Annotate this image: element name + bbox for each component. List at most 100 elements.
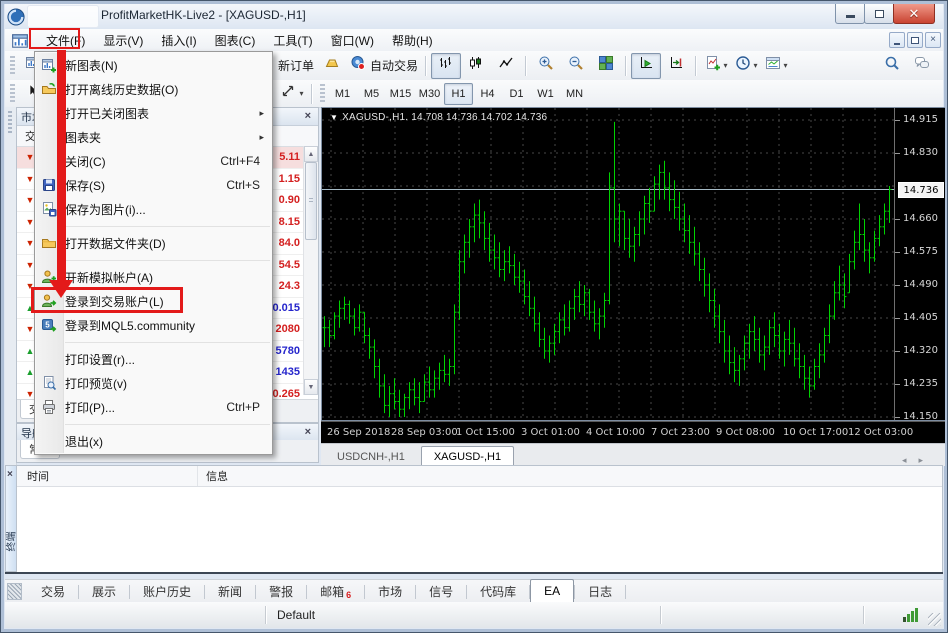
menu-图表(C)[interactable]: 图表(C) xyxy=(206,31,265,51)
timeframe-D1[interactable]: D1 xyxy=(502,83,531,105)
file-menu-item-打印预览v[interactable]: 打印预览(v) xyxy=(35,371,272,395)
dropdown-caret-icon[interactable]: ▾ xyxy=(784,61,788,70)
chart-tab-XAGUSD-,H1[interactable]: XAGUSD-,H1 xyxy=(421,446,514,467)
file-menu-item-登录到交易账户L[interactable]: 登录到交易账户(L) xyxy=(35,289,272,313)
file-menu-item-打印P[interactable]: 打印(P)...Ctrl+P xyxy=(35,395,272,419)
styler-button[interactable]: ▾ xyxy=(277,81,307,107)
timeframe-M30[interactable]: M30 xyxy=(415,83,444,105)
toolbar-grip[interactable] xyxy=(320,84,325,104)
gold-ingot-button[interactable] xyxy=(317,53,347,79)
dropdown-caret-icon[interactable]: ▾ xyxy=(754,61,758,70)
scroll-up-icon[interactable]: ▲ xyxy=(304,146,318,162)
search-button[interactable] xyxy=(877,53,907,79)
menu-工具(T)[interactable]: 工具(T) xyxy=(264,31,321,51)
profile-selector[interactable]: Default xyxy=(277,608,315,622)
price-tick: 14.575 xyxy=(903,246,938,257)
resize-grip[interactable] xyxy=(928,613,941,626)
bottom-tab-市场[interactable]: 市场 xyxy=(365,581,415,602)
time-tick: 12 Oct 03:00 xyxy=(848,427,913,438)
file-menu-item-登录到MQL5community[interactable]: 5登录到MQL5.community xyxy=(35,313,272,337)
price-tick: 14.915 xyxy=(903,114,938,125)
file-menu-item-退出x[interactable]: 退出(x) xyxy=(35,429,272,453)
bottom-tab-展示[interactable]: 展示 xyxy=(79,581,129,602)
time-tick: 3 Oct 01:00 xyxy=(521,427,580,438)
menu-文件(F)[interactable]: 文件(F) xyxy=(37,31,94,51)
menu-窗口(W)[interactable]: 窗口(W) xyxy=(322,31,383,51)
scroll-down-icon[interactable]: ▼ xyxy=(304,379,318,395)
file-menu-item-开新模拟帐户A[interactable]: 开新模拟帐户(A) xyxy=(35,265,272,289)
restore-button[interactable] xyxy=(864,4,894,24)
tile-windows-button[interactable] xyxy=(591,53,621,79)
zoom-out-button[interactable] xyxy=(561,53,591,79)
toolbar-grip[interactable] xyxy=(10,84,15,104)
time-column-header[interactable]: 时间 xyxy=(17,466,198,486)
timeframe-MN[interactable]: MN xyxy=(560,83,589,105)
terminal-body[interactable] xyxy=(17,487,942,572)
time-axis[interactable]: 26 Sep 201828 Sep 03:001 Oct 15:003 Oct … xyxy=(321,421,945,444)
file-menu-item-保存为图片i[interactable]: 保存为图片(i)... xyxy=(35,197,272,221)
market-watch-scrollbar[interactable]: ▲ ▼ xyxy=(303,146,318,395)
dropdown-caret-icon[interactable]: ▾ xyxy=(724,61,728,70)
line-chart-mode-button[interactable] xyxy=(491,53,521,79)
bottom-tab-信号[interactable]: 信号 xyxy=(416,581,466,602)
price-axis[interactable]: 14.91514.83014.66014.57514.49014.40514.3… xyxy=(894,108,945,420)
mdi-minimize-button[interactable] xyxy=(889,32,905,48)
timeframe-H1[interactable]: H1 xyxy=(444,83,473,105)
app-logo-icon xyxy=(7,8,25,26)
bottom-tab-代码库[interactable]: 代码库 xyxy=(467,581,529,602)
mdi-restore-button[interactable] xyxy=(907,32,923,48)
indicators-button[interactable]: ▾ xyxy=(701,53,731,79)
market-watch-close-icon[interactable]: × xyxy=(302,111,314,122)
chart-canvas[interactable] xyxy=(322,108,894,420)
bottom-tab-邮箱[interactable]: 邮箱6 xyxy=(307,581,364,602)
printer-icon xyxy=(35,399,62,415)
toolbar-grip[interactable] xyxy=(10,56,15,76)
file-menu-item-新图表N[interactable]: 新图表(N) xyxy=(35,53,272,77)
file-menu-item-打开已关闭图表[interactable]: 打开已关闭图表▸ xyxy=(35,101,272,125)
file-menu-item-保存S[interactable]: 保存(S)Ctrl+S xyxy=(35,173,272,197)
timeframe-W1[interactable]: W1 xyxy=(531,83,560,105)
chart-tab-USDCNH-,H1[interactable]: USDCNH-,H1 xyxy=(325,447,417,466)
file-menu-item-打印设置r[interactable]: 打印设置(r)... xyxy=(35,347,272,371)
timeframe-M1[interactable]: M1 xyxy=(328,83,357,105)
bottom-tab-日志[interactable]: 日志 xyxy=(575,581,625,602)
menu-shortcut: Ctrl+P xyxy=(226,400,272,414)
candlestick-mode-button[interactable] xyxy=(461,53,491,79)
minimize-button[interactable] xyxy=(835,4,865,24)
mdi-close-button[interactable]: × xyxy=(925,32,941,48)
timeframe-M5[interactable]: M5 xyxy=(357,83,386,105)
bottom-tab-新闻[interactable]: 新闻 xyxy=(205,581,255,602)
file-menu-item-打开数据文件夹D[interactable]: 打开数据文件夹(D) xyxy=(35,231,272,255)
close-button[interactable]: ✕ xyxy=(893,4,935,24)
preview-icon xyxy=(35,375,62,391)
terminal-grip-icon[interactable] xyxy=(7,583,22,600)
auto-scroll-button[interactable] xyxy=(631,53,661,79)
chart-shift-button[interactable] xyxy=(661,53,691,79)
chat-button[interactable] xyxy=(907,53,937,79)
chart-window[interactable]: ▼XAGUSD-,H1. 14.708 14.736 14.702 14.736… xyxy=(321,107,945,421)
timeframe-M15[interactable]: M15 xyxy=(386,83,415,105)
timeframe-H4[interactable]: H4 xyxy=(473,83,502,105)
bottom-tab-警报[interactable]: 警报 xyxy=(256,581,306,602)
file-menu-item-关闭C[interactable]: 关闭(C)Ctrl+F4 xyxy=(35,149,272,173)
message-column-header[interactable]: 信息 xyxy=(198,468,228,484)
file-menu-item-图表夹[interactable]: 图表夹▸ xyxy=(35,125,272,149)
autotrading-button-label: 自动交易 xyxy=(370,57,418,74)
chart-dropdown-icon[interactable]: ▼ xyxy=(330,113,338,122)
menu-插入(I)[interactable]: 插入(I) xyxy=(152,31,205,51)
navigator-close-icon[interactable]: × xyxy=(302,427,314,438)
bottom-tab-账户历史[interactable]: 账户历史 xyxy=(130,581,204,602)
menu-显示(V)[interactable]: 显示(V) xyxy=(94,31,152,51)
menu-帮助(H)[interactable]: 帮助(H) xyxy=(383,31,442,51)
autotrading-button[interactable]: 自动交易 xyxy=(347,53,421,79)
bottom-tab-EA[interactable]: EA xyxy=(530,579,574,603)
bottom-tab-交易[interactable]: 交易 xyxy=(28,581,78,602)
bar-chart-mode-button[interactable] xyxy=(431,53,461,79)
templates-button[interactable]: ▾ xyxy=(761,53,791,79)
terminal-header: 时间 信息 xyxy=(17,466,942,487)
zoom-in-button[interactable] xyxy=(531,53,561,79)
terminal-close-icon[interactable]: × xyxy=(7,469,13,480)
scrollbar-thumb[interactable] xyxy=(305,162,317,240)
periods-button[interactable]: ▾ xyxy=(731,53,761,79)
file-menu-item-打开离线历史数据O[interactable]: 打开离线历史数据(O) xyxy=(35,77,272,101)
